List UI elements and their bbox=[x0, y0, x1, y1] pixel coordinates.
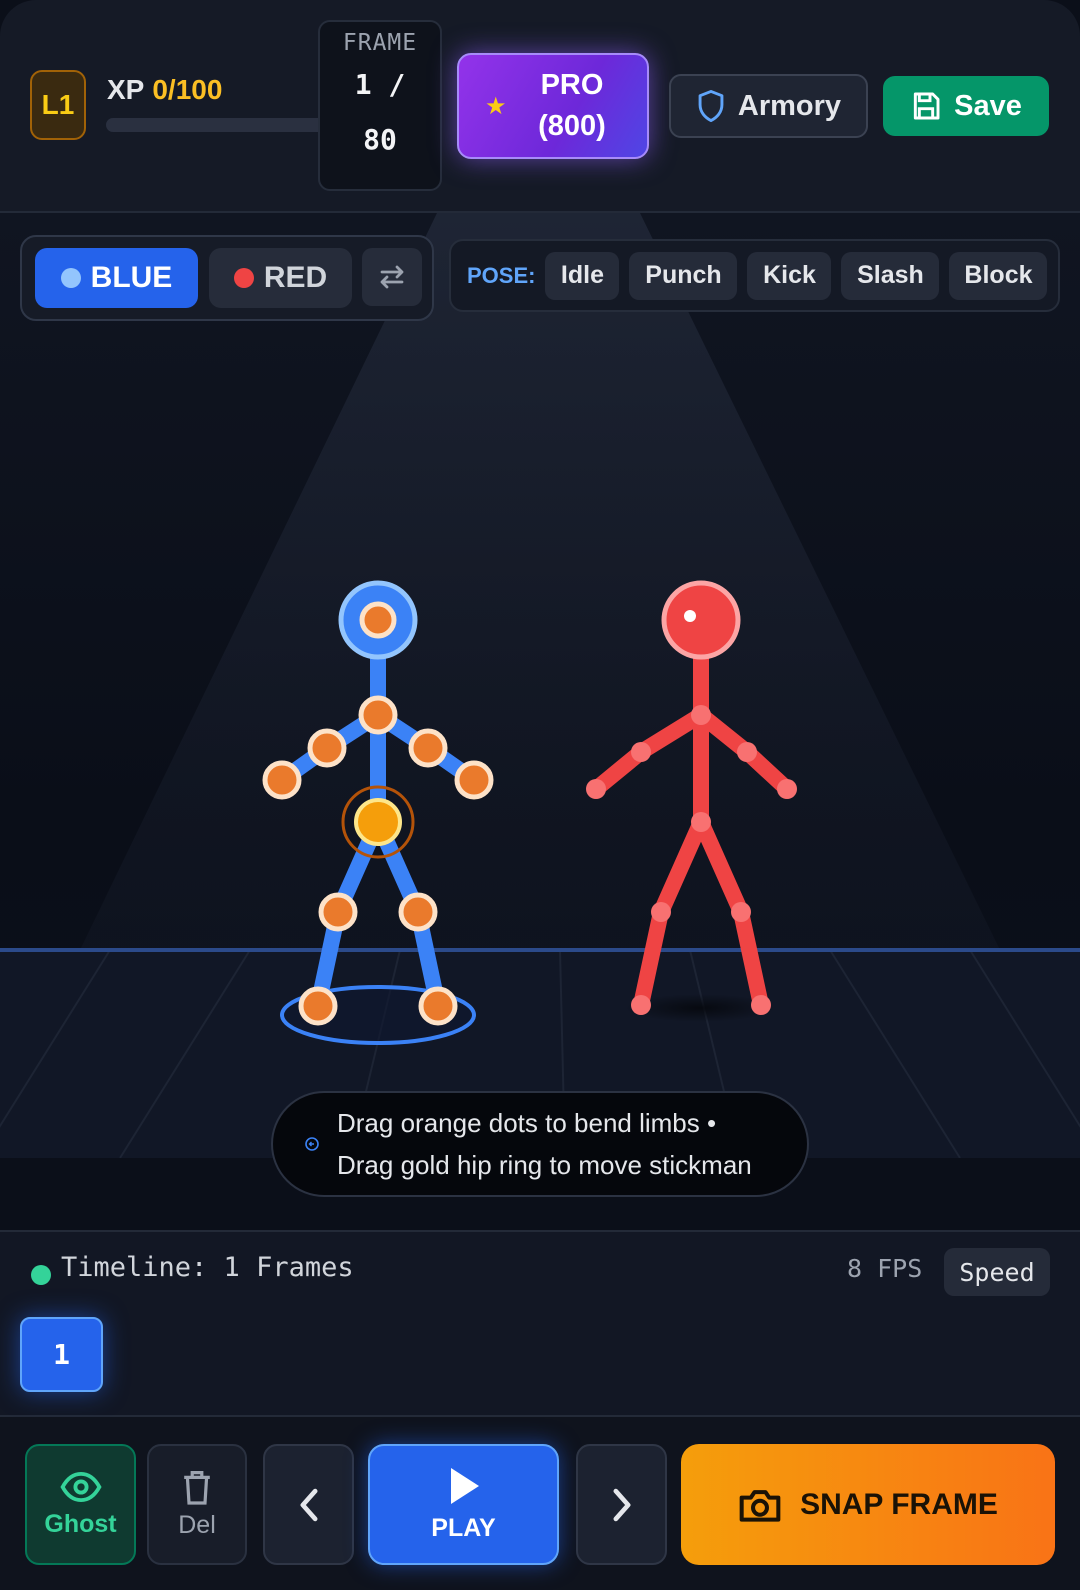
pose-bar: POSE: Idle Punch Kick Slash Block bbox=[449, 239, 1060, 312]
play-label: PLAY bbox=[431, 1514, 496, 1542]
drag-hint-icon bbox=[305, 1137, 319, 1151]
frame-thumbnail[interactable]: 1 bbox=[20, 1317, 103, 1392]
red-joint-left-hand[interactable] bbox=[586, 779, 606, 799]
armory-label: Armory bbox=[737, 89, 842, 122]
save-button[interactable]: Save bbox=[883, 76, 1049, 136]
animation-stage[interactable]: BLUE RED POSE: Idle Punch Kick Slash Blo… bbox=[0, 213, 1080, 1230]
timeline-status-dot bbox=[31, 1265, 51, 1285]
joint-left-foot[interactable] bbox=[298, 986, 338, 1026]
stage-canvas[interactable] bbox=[0, 213, 1080, 1230]
pose-block-button[interactable]: Block bbox=[949, 251, 1048, 300]
red-joint-left-knee[interactable] bbox=[651, 902, 671, 922]
xp-display: XP 0/100 bbox=[107, 74, 222, 106]
joint-right-foot[interactable] bbox=[418, 986, 458, 1026]
timeline-panel: Timeline: 1 Frames 8 FPS Speed 1 bbox=[0, 1230, 1080, 1417]
camera-icon bbox=[739, 1489, 781, 1522]
snap-frame-label: SNAP FRAME bbox=[800, 1487, 998, 1521]
pose-slash-button[interactable]: Slash bbox=[841, 251, 940, 300]
chevron-left-icon bbox=[300, 1488, 317, 1521]
blue-dot-icon bbox=[60, 268, 81, 288]
armory-button[interactable]: Armory bbox=[669, 74, 868, 138]
pose-label: POSE: bbox=[467, 262, 536, 288]
blue-hip-joint[interactable] bbox=[354, 798, 402, 846]
pro-price: (800) bbox=[538, 110, 606, 142]
top-bar: L1 XP 0/100 FRAME 1 / 80 ★ PRO (800) Armo… bbox=[0, 0, 1080, 213]
pro-label: PRO bbox=[540, 69, 604, 101]
joint-left-knee[interactable] bbox=[318, 892, 358, 932]
xp-label: XP bbox=[107, 74, 145, 105]
frame-label: FRAME bbox=[342, 30, 418, 56]
red-joint-hip[interactable] bbox=[691, 812, 711, 832]
pro-upgrade-button[interactable]: ★ PRO (800) bbox=[457, 53, 649, 159]
swap-arrows-icon bbox=[380, 265, 404, 289]
fps-display: 8 FPS bbox=[847, 1254, 923, 1283]
drag-hint: Drag orange dots to bend limbs • Drag go… bbox=[271, 1091, 809, 1197]
delete-button[interactable]: Del bbox=[147, 1444, 247, 1565]
ghost-button[interactable]: Ghost bbox=[25, 1444, 136, 1565]
red-head[interactable] bbox=[661, 580, 741, 660]
joint-left-hand[interactable] bbox=[262, 760, 302, 800]
pose-kick-button[interactable]: Kick bbox=[747, 251, 832, 300]
joint-right-elbow[interactable] bbox=[408, 728, 448, 768]
previous-frame-button[interactable] bbox=[263, 1444, 354, 1565]
joint-right-knee[interactable] bbox=[398, 892, 438, 932]
eye-icon bbox=[59, 1471, 102, 1503]
ghost-label: Ghost bbox=[44, 1510, 117, 1538]
red-team-label: RED bbox=[263, 261, 328, 294]
play-button[interactable]: PLAY bbox=[368, 1444, 559, 1565]
play-icon bbox=[450, 1468, 479, 1504]
swap-button[interactable] bbox=[362, 248, 422, 306]
xp-value: 0/100 bbox=[152, 74, 223, 105]
trash-icon bbox=[184, 1471, 210, 1505]
red-joint-right-foot[interactable] bbox=[751, 995, 771, 1015]
save-label: Save bbox=[954, 89, 1022, 122]
playback-controls: Ghost Del PLAY SNAP FRAME bbox=[0, 1417, 1080, 1590]
delete-label: Del bbox=[178, 1511, 216, 1539]
red-joint-left-elbow[interactable] bbox=[631, 742, 651, 762]
xp-progress-bar bbox=[106, 118, 348, 132]
frame-counter: FRAME 1 / 80 bbox=[318, 20, 442, 191]
frame-current: 1 / bbox=[354, 68, 406, 101]
blue-team-button[interactable]: BLUE bbox=[35, 248, 198, 308]
red-joint-left-foot[interactable] bbox=[631, 995, 651, 1015]
hint-line-1: Drag orange dots to bend limbs • bbox=[337, 1108, 717, 1138]
pose-idle-button[interactable]: Idle bbox=[545, 251, 620, 300]
shield-icon bbox=[698, 89, 724, 123]
speed-button[interactable]: Speed bbox=[944, 1248, 1050, 1296]
team-selector: BLUE RED bbox=[20, 235, 434, 321]
joint-neck[interactable] bbox=[358, 695, 398, 735]
joint-left-elbow[interactable] bbox=[307, 728, 347, 768]
blue-team-label: BLUE bbox=[90, 261, 173, 294]
red-head-eye bbox=[684, 610, 696, 622]
timeline-title: Timeline: 1 Frames bbox=[61, 1252, 354, 1283]
chevron-right-icon bbox=[612, 1488, 630, 1521]
spotlight-beam bbox=[80, 213, 1000, 950]
joint-right-hand[interactable] bbox=[454, 760, 494, 800]
pose-punch-button[interactable]: Punch bbox=[629, 251, 738, 300]
snap-frame-button[interactable]: SNAP FRAME bbox=[681, 1444, 1055, 1565]
level-badge: L1 bbox=[30, 70, 86, 140]
red-joint-neck[interactable] bbox=[691, 705, 711, 725]
frame-total: 80 bbox=[363, 123, 397, 156]
star-icon: ★ bbox=[485, 92, 507, 120]
red-team-button[interactable]: RED bbox=[209, 248, 352, 308]
next-frame-button[interactable] bbox=[576, 1444, 667, 1565]
red-joint-right-hand[interactable] bbox=[777, 779, 797, 799]
joint-head[interactable] bbox=[359, 601, 397, 639]
red-joint-right-elbow[interactable] bbox=[737, 742, 757, 762]
floppy-disk-icon bbox=[913, 92, 940, 120]
red-joint-right-knee[interactable] bbox=[731, 902, 751, 922]
red-dot-icon bbox=[233, 268, 254, 288]
hint-line-2: Drag gold hip ring to move stickman bbox=[337, 1150, 752, 1180]
